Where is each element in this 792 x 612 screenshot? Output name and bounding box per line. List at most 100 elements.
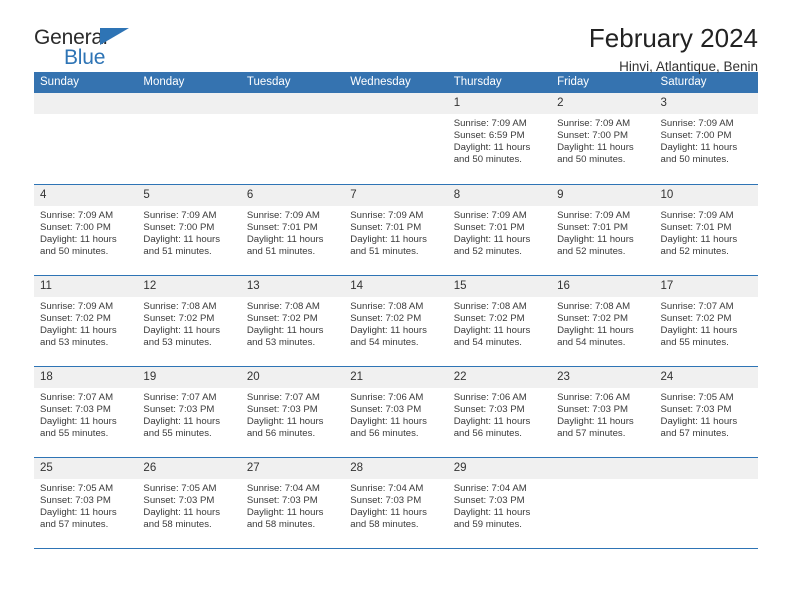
day-number: 5 bbox=[137, 184, 241, 206]
sunrise-text: Sunrise: 7:07 AM bbox=[660, 300, 734, 312]
day-details: Sunrise: 7:06 AM Sunset: 7:03 PM Daylight:… bbox=[344, 388, 447, 440]
day-number bbox=[240, 93, 345, 114]
calendar-day-cell[interactable]: 27 Sunrise: 7:04 AM Sunset: 7:03 PM Dayligh… bbox=[240, 456, 345, 548]
daylight-text: Daylight: 11 hours and 58 minutes. bbox=[350, 506, 427, 530]
calendar-day-cell[interactable]: 12 Sunrise: 7:08 AM Sunset: 7:02 PM Dayligh… bbox=[137, 274, 241, 366]
daylight-text: Daylight: 11 hours and 54 minutes. bbox=[557, 324, 634, 348]
sunset-text: Sunset: 7:02 PM bbox=[40, 312, 111, 324]
sunset-text: Sunset: 7:03 PM bbox=[350, 494, 422, 506]
calendar-empty-cell bbox=[344, 93, 448, 184]
sunset-text: Sunset: 7:02 PM bbox=[350, 312, 422, 324]
calendar-day-cell[interactable]: 26 Sunrise: 7:05 AM Sunset: 7:03 PM Dayligh… bbox=[137, 456, 241, 548]
day-number bbox=[654, 457, 758, 479]
general-blue-logo[interactable]: General Blue bbox=[34, 26, 164, 74]
calendar-day-cell[interactable]: 29 Sunrise: 7:04 AM Sunset: 7:03 PM Dayligh… bbox=[447, 456, 552, 548]
day-number bbox=[137, 93, 241, 114]
sunset-text: Sunset: 7:00 PM bbox=[40, 221, 111, 233]
calendar-week-row: 25 Sunrise: 7:05 AM Sunset: 7:03 PM Dayligh… bbox=[34, 456, 758, 548]
daylight-text: Daylight: 11 hours and 50 minutes. bbox=[453, 142, 531, 166]
calendar-day-cell[interactable]: 28 Sunrise: 7:04 AM Sunset: 7:03 PM Dayligh… bbox=[344, 456, 448, 548]
calendar-day-cell[interactable]: 3 Sunrise: 7:09 AM Sunset: 7:00 PM Daylight… bbox=[654, 93, 758, 184]
day-number: 7 bbox=[344, 184, 448, 206]
daylight-text: Daylight: 11 hours and 50 minutes. bbox=[40, 233, 117, 257]
day-details: Sunrise: 7:07 AM Sunset: 7:03 PM Daylight:… bbox=[241, 388, 344, 440]
day-details: Sunrise: 7:05 AM Sunset: 7:03 PM Daylight:… bbox=[137, 479, 240, 531]
sunset-text: Sunset: 7:01 PM bbox=[660, 221, 732, 233]
sunrise-text: Sunrise: 7:05 AM bbox=[660, 391, 734, 403]
day-number: 2 bbox=[551, 93, 655, 114]
day-number: 24 bbox=[654, 366, 758, 388]
sunset-text: Sunset: 7:03 PM bbox=[660, 403, 732, 415]
day-details: Sunrise: 7:06 AM Sunset: 7:03 PM Daylight:… bbox=[448, 388, 551, 440]
calendar-day-cell[interactable]: 23 Sunrise: 7:06 AM Sunset: 7:03 PM Dayligh… bbox=[551, 365, 655, 457]
day-details: Sunrise: 7:08 AM Sunset: 7:02 PM Daylight:… bbox=[448, 297, 551, 349]
sunset-text: Sunset: 7:02 PM bbox=[660, 312, 732, 324]
sunset-text: Sunset: 7:03 PM bbox=[246, 403, 318, 415]
day-number: 19 bbox=[137, 366, 241, 388]
sunrise-text: Sunrise: 7:08 AM bbox=[143, 300, 217, 312]
day-details: Sunrise: 7:08 AM Sunset: 7:02 PM Daylight:… bbox=[551, 297, 654, 349]
calendar-week-row: 11 Sunrise: 7:09 AM Sunset: 7:02 PM Dayligh… bbox=[34, 274, 758, 366]
logo-text-blue: Blue bbox=[64, 46, 106, 69]
calendar-day-cell[interactable]: 21 Sunrise: 7:06 AM Sunset: 7:03 PM Dayligh… bbox=[344, 365, 448, 457]
calendar-day-cell[interactable]: 17 Sunrise: 7:07 AM Sunset: 7:02 PM Dayligh… bbox=[654, 274, 758, 366]
calendar-day-cell[interactable]: 8 Sunrise: 7:09 AM Sunset: 7:01 PM Daylight… bbox=[447, 183, 552, 275]
calendar-day-cell[interactable]: 1 Sunrise: 7:09 AM Sunset: 6:59 PM Daylight… bbox=[447, 93, 552, 184]
calendar-day-cell[interactable]: 7 Sunrise: 7:09 AM Sunset: 7:01 PM Daylight… bbox=[344, 183, 448, 275]
calendar-day-cell[interactable]: 13 Sunrise: 7:08 AM Sunset: 7:02 PM Dayligh… bbox=[240, 274, 345, 366]
logo-triangle-icon bbox=[100, 28, 129, 45]
day-number: 6 bbox=[240, 184, 345, 206]
day-number: 28 bbox=[344, 457, 448, 479]
daylight-text: Daylight: 11 hours and 54 minutes. bbox=[350, 324, 427, 348]
sunrise-text: Sunrise: 7:04 AM bbox=[350, 482, 424, 494]
page-header: General Blue February 2024 Hinvi, Atlant… bbox=[34, 0, 758, 74]
sunrise-sunset-calendar: Sunday Monday Tuesday Wednesday Thursday… bbox=[34, 72, 758, 548]
sunrise-text: Sunrise: 7:06 AM bbox=[557, 391, 631, 403]
daylight-text: Daylight: 11 hours and 58 minutes. bbox=[246, 506, 324, 530]
calendar-day-cell[interactable]: 22 Sunrise: 7:06 AM Sunset: 7:03 PM Dayligh… bbox=[447, 365, 552, 457]
calendar-day-cell[interactable]: 25 Sunrise: 7:05 AM Sunset: 7:03 PM Dayligh… bbox=[34, 456, 138, 548]
day-number: 9 bbox=[551, 184, 655, 206]
calendar-day-cell[interactable]: 19 Sunrise: 7:07 AM Sunset: 7:03 PM Dayligh… bbox=[137, 365, 241, 457]
calendar-day-cell[interactable]: 2 Sunrise: 7:09 AM Sunset: 7:00 PM Daylight… bbox=[551, 93, 655, 184]
day-details: Sunrise: 7:09 AM Sunset: 7:01 PM Daylight:… bbox=[655, 206, 758, 258]
calendar-day-cell[interactable]: 6 Sunrise: 7:09 AM Sunset: 7:01 PM Daylight… bbox=[240, 183, 345, 275]
calendar-day-cell[interactable]: 4 Sunrise: 7:09 AM Sunset: 7:00 PM Daylight… bbox=[34, 183, 138, 275]
day-details: Sunrise: 7:09 AM Sunset: 7:01 PM Daylight:… bbox=[344, 206, 447, 258]
day-details: Sunrise: 7:07 AM Sunset: 7:03 PM Daylight:… bbox=[137, 388, 240, 440]
day-number bbox=[551, 457, 655, 479]
calendar-day-cell[interactable]: 15 Sunrise: 7:08 AM Sunset: 7:02 PM Dayligh… bbox=[447, 274, 552, 366]
calendar-empty-cell bbox=[551, 456, 655, 548]
sunset-text: Sunset: 7:00 PM bbox=[557, 130, 629, 142]
day-number: 10 bbox=[654, 184, 758, 206]
calendar-day-cell[interactable]: 16 Sunrise: 7:08 AM Sunset: 7:02 PM Dayligh… bbox=[551, 274, 655, 366]
daylight-text: Daylight: 11 hours and 50 minutes. bbox=[660, 142, 738, 166]
sunset-text: Sunset: 7:02 PM bbox=[246, 312, 318, 324]
calendar-day-cell[interactable]: 24 Sunrise: 7:05 AM Sunset: 7:03 PM Dayligh… bbox=[654, 365, 758, 457]
daylight-text: Daylight: 11 hours and 50 minutes. bbox=[557, 142, 634, 166]
calendar-day-cell[interactable]: 10 Sunrise: 7:09 AM Sunset: 7:01 PM Dayligh… bbox=[654, 183, 758, 275]
calendar-day-cell[interactable]: 14 Sunrise: 7:08 AM Sunset: 7:02 PM Dayligh… bbox=[344, 274, 448, 366]
daylight-text: Daylight: 11 hours and 57 minutes. bbox=[557, 415, 634, 439]
day-details: Sunrise: 7:09 AM Sunset: 7:01 PM Daylight:… bbox=[551, 206, 654, 258]
day-details: Sunrise: 7:04 AM Sunset: 7:03 PM Daylight:… bbox=[448, 479, 551, 531]
calendar-day-cell[interactable]: 20 Sunrise: 7:07 AM Sunset: 7:03 PM Dayligh… bbox=[240, 365, 345, 457]
daylight-text: Daylight: 11 hours and 55 minutes. bbox=[143, 415, 221, 439]
sunset-text: Sunset: 7:03 PM bbox=[350, 403, 422, 415]
sunrise-text: Sunrise: 7:07 AM bbox=[246, 391, 320, 403]
day-number: 18 bbox=[34, 366, 138, 388]
calendar-day-cell[interactable]: 18 Sunrise: 7:07 AM Sunset: 7:03 PM Dayligh… bbox=[34, 365, 138, 457]
calendar-day-cell[interactable]: 9 Sunrise: 7:09 AM Sunset: 7:01 PM Daylight… bbox=[551, 183, 655, 275]
daylight-text: Daylight: 11 hours and 54 minutes. bbox=[453, 324, 531, 348]
sunset-text: Sunset: 7:01 PM bbox=[557, 221, 629, 233]
sunrise-text: Sunrise: 7:08 AM bbox=[453, 300, 527, 312]
calendar-empty-cell bbox=[137, 93, 241, 184]
sunset-text: Sunset: 7:03 PM bbox=[143, 494, 215, 506]
sunset-text: Sunset: 7:03 PM bbox=[246, 494, 318, 506]
day-number: 29 bbox=[447, 457, 552, 479]
day-details: Sunrise: 7:09 AM Sunset: 7:02 PM Daylight:… bbox=[34, 297, 137, 349]
sunset-text: Sunset: 7:01 PM bbox=[246, 221, 318, 233]
calendar-day-cell[interactable]: 11 Sunrise: 7:09 AM Sunset: 7:02 PM Dayligh… bbox=[34, 274, 138, 366]
weekday-header-monday: Monday bbox=[137, 72, 241, 93]
calendar-day-cell[interactable]: 5 Sunrise: 7:09 AM Sunset: 7:00 PM Daylight… bbox=[137, 183, 241, 275]
